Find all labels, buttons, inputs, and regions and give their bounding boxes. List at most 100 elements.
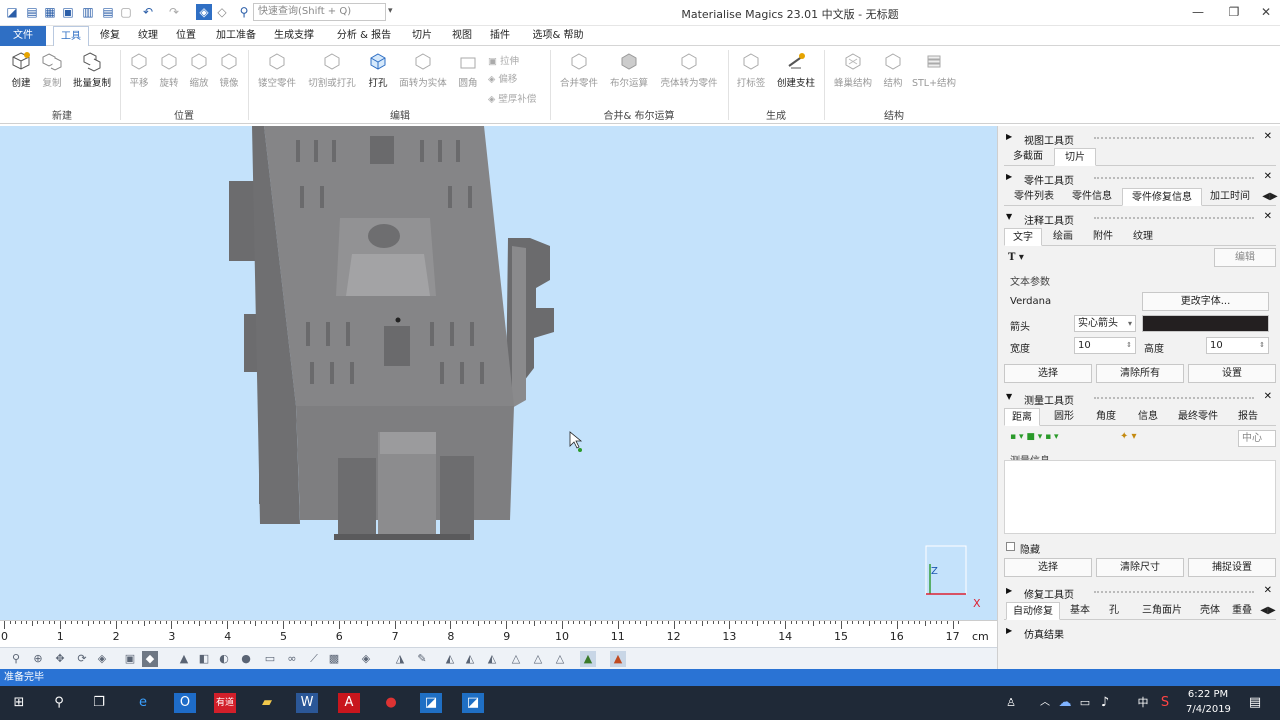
close-icon[interactable]: ✕: [1264, 211, 1272, 222]
menu-texture[interactable]: 纹理: [134, 26, 162, 46]
settings-button[interactable]: 设置: [1188, 364, 1276, 383]
magics-2-icon[interactable]: ◪: [462, 693, 484, 713]
triangle-icon[interactable]: ▲: [176, 651, 192, 667]
tab-part-list[interactable]: 零件列表: [1006, 188, 1062, 206]
arrow-color-swatch[interactable]: [1142, 315, 1269, 332]
menu-support[interactable]: 生成支撑: [270, 26, 318, 46]
lattice-button[interactable]: 蜂巢结构: [830, 50, 876, 89]
notification-icon[interactable]: ▤: [1244, 693, 1266, 713]
menu-position[interactable]: 位置: [172, 26, 200, 46]
tab-texture[interactable]: 纹理: [1124, 228, 1162, 246]
arrow-select[interactable]: 实心箭头 ▾: [1074, 315, 1136, 332]
select-icon[interactable]: ◇: [214, 4, 230, 20]
rotate-button[interactable]: 旋转: [156, 50, 182, 89]
surface-icon[interactable]: ◧: [196, 651, 212, 667]
clear-all-button[interactable]: 清除所有: [1096, 364, 1184, 383]
tab-final-part[interactable]: 最终零件: [1170, 408, 1226, 426]
zoom-icon[interactable]: ⚲: [8, 651, 24, 667]
chevron-up-icon[interactable]: ︿: [1034, 693, 1056, 713]
cut-button[interactable]: 切割或打孔: [304, 50, 360, 89]
part-view-icon[interactable]: ◈: [358, 651, 374, 667]
tri-select-3-icon[interactable]: ◭: [484, 651, 500, 667]
tab-basic[interactable]: 基本: [1064, 602, 1096, 620]
close-icon[interactable]: ✕: [1264, 391, 1272, 402]
color-tri-2-icon[interactable]: ▲: [610, 651, 626, 667]
save-as-icon[interactable]: ▤: [100, 4, 116, 20]
menu-slice[interactable]: 切片: [408, 26, 436, 46]
clock-date[interactable]: 7/4/2019: [1186, 704, 1231, 715]
change-font-button[interactable]: 更改字体...: [1142, 292, 1269, 311]
word-icon[interactable]: W: [296, 693, 318, 713]
center-select[interactable]: 中心: [1238, 430, 1276, 447]
quick-search-input[interactable]: 快速查询(Shift + Q): [253, 3, 386, 21]
outlook-icon[interactable]: O: [174, 693, 196, 713]
3d-viewport[interactable]: Z X: [0, 126, 997, 620]
close-icon[interactable]: ✕: [1264, 585, 1272, 596]
youdao-icon[interactable]: 有道: [214, 693, 236, 713]
scale-button[interactable]: 缩放: [186, 50, 212, 89]
open-icon[interactable]: ▦: [42, 4, 58, 20]
input-method-icon[interactable]: S: [1154, 693, 1176, 713]
menu-tools[interactable]: 工具: [53, 26, 89, 46]
spinner-icon[interactable]: ⇕: [1126, 338, 1132, 353]
hide-checkbox[interactable]: [1006, 542, 1015, 551]
mark-icon[interactable]: ◮: [392, 651, 408, 667]
fillet-button[interactable]: 圆角: [454, 50, 482, 89]
menu-view[interactable]: 视图: [448, 26, 476, 46]
close-icon[interactable]: ✕: [1264, 131, 1272, 142]
merge-button[interactable]: 合并零件: [556, 50, 602, 89]
tab-circle[interactable]: 圆形: [1046, 408, 1082, 426]
box-icon[interactable]: ▭: [262, 651, 278, 667]
copy-button[interactable]: 复制: [38, 50, 66, 89]
link-icon[interactable]: ∞: [284, 651, 300, 667]
height-input[interactable]: 10 ⇕: [1206, 337, 1269, 354]
structure-button[interactable]: 结构: [880, 50, 906, 89]
acrobat-icon[interactable]: A: [338, 693, 360, 713]
new-file-icon[interactable]: ▤: [24, 4, 40, 20]
view-mode-icon[interactable]: ◈: [196, 4, 212, 20]
repair-page-header[interactable]: ▶ 修复工具页 ✕: [1002, 584, 1276, 601]
tab-triangles[interactable]: 三角面片: [1134, 602, 1190, 620]
tab-multi-section[interactable]: 多截面: [1006, 148, 1050, 166]
tri-select-6-icon[interactable]: △: [552, 651, 568, 667]
wall-thickness-button[interactable]: ◈ 壁厚补偿: [488, 91, 536, 105]
tab-shells[interactable]: 壳体: [1194, 602, 1226, 620]
snap-tool-icon[interactable]: ✦ ▾: [1120, 431, 1137, 442]
measure-select-button[interactable]: 选择: [1004, 558, 1092, 577]
menu-plugins[interactable]: 插件: [486, 26, 514, 46]
image-icon[interactable]: ▩: [326, 651, 342, 667]
width-input[interactable]: 10 ⇕: [1074, 337, 1136, 354]
text-tool-icon[interactable]: T ▾: [1008, 252, 1024, 263]
create-support-button[interactable]: 创建支柱: [774, 50, 818, 89]
translate-button[interactable]: 平移: [126, 50, 152, 89]
annotation-page-header[interactable]: ▼ 注释工具页 ✕: [1002, 210, 1276, 227]
color-tri-icon[interactable]: ▲: [580, 651, 596, 667]
view-cube-icon[interactable]: ◈: [94, 651, 110, 667]
shell-to-part-button[interactable]: 壳体转为零件: [656, 50, 722, 89]
minimize-icon[interactable]: —: [1186, 2, 1210, 22]
redo-icon[interactable]: ↷: [166, 4, 182, 20]
create-button[interactable]: 创建: [6, 50, 36, 89]
menu-options[interactable]: 选项& 帮助: [528, 26, 588, 46]
zoom-window-icon[interactable]: ⊕: [30, 651, 46, 667]
magics-icon[interactable]: ◪: [420, 693, 442, 713]
clear-dimensions-button[interactable]: 清除尺寸: [1096, 558, 1184, 577]
clock-time[interactable]: 6:22 PM: [1186, 689, 1230, 700]
label-button[interactable]: 打标签: [734, 50, 768, 89]
snap-settings-button[interactable]: 捕捉设置: [1188, 558, 1276, 577]
measure-page-header[interactable]: ▼ 测量工具页 ✕: [1002, 390, 1276, 407]
close-icon[interactable]: ✕: [1264, 171, 1272, 182]
batch-copy-button[interactable]: 批量复制: [70, 50, 114, 89]
tab-holes[interactable]: 孔: [1102, 602, 1126, 620]
close-icon[interactable]: ✕: [1254, 2, 1278, 22]
snap-point-icons[interactable]: ▪ ▾ ■ ▾ ▪ ▾: [1010, 432, 1059, 442]
measure-icon[interactable]: ⟋: [306, 651, 322, 667]
tab-part-info[interactable]: 零件信息: [1064, 188, 1120, 206]
menu-machining[interactable]: 加工准备: [212, 26, 260, 46]
search-icon[interactable]: ⚲: [48, 693, 70, 713]
tab-part-repair-info[interactable]: 零件修复信息: [1122, 188, 1202, 206]
save-icon[interactable]: ▣: [60, 4, 76, 20]
tab-text[interactable]: 文字: [1004, 228, 1042, 246]
tab-attachment[interactable]: 附件: [1084, 228, 1122, 246]
tab-build-time[interactable]: 加工时间: [1204, 188, 1256, 206]
